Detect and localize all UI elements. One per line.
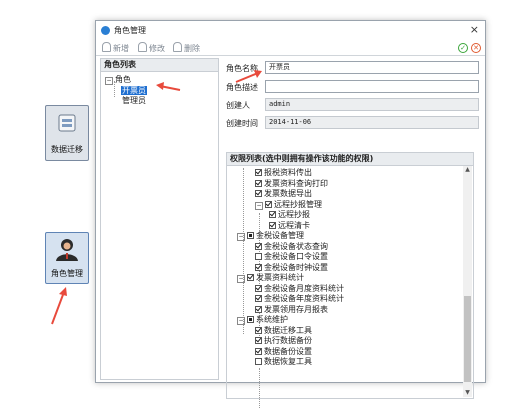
arrow-to-role-tile xyxy=(51,287,67,325)
arrow-to-name-field xyxy=(235,70,262,83)
annotation-layer xyxy=(51,70,262,325)
arrow-to-role-item xyxy=(156,82,181,91)
